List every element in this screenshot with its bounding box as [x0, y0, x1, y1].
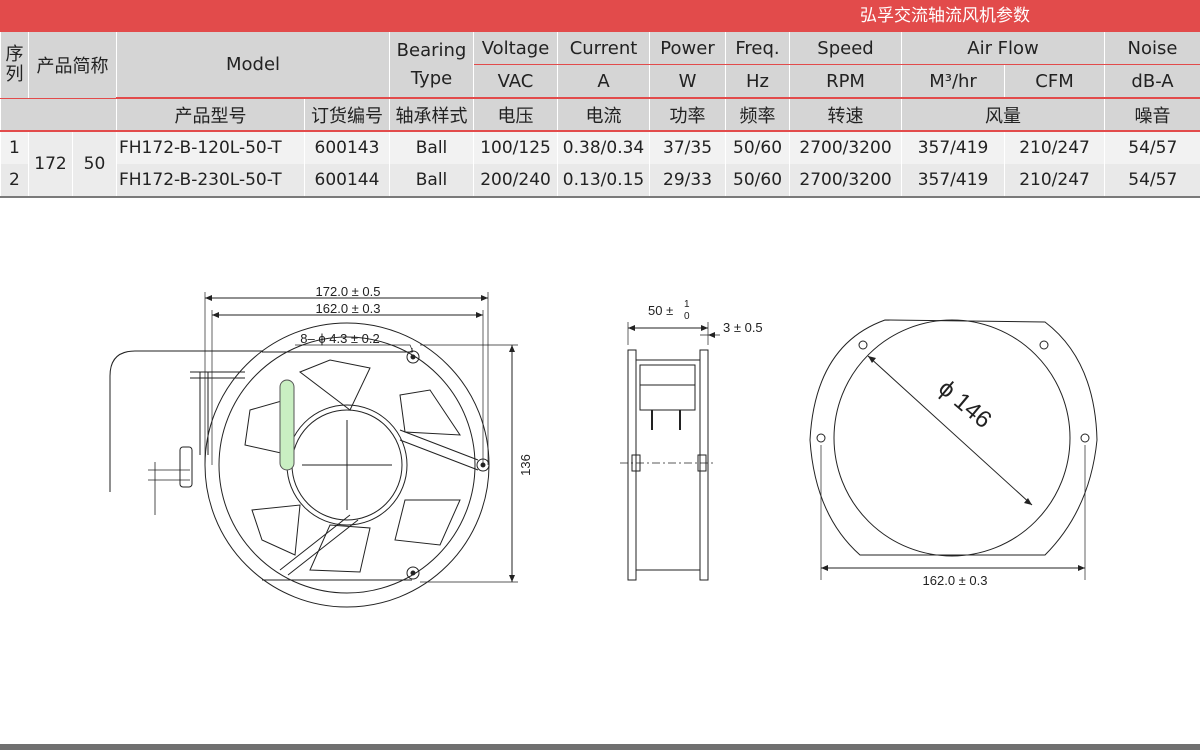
fan-dimension-drawing: 172.0 ± 0.5 162.0 ± 0.3 8– ϕ 4.3 ± 0.2 1…	[109, 284, 1098, 608]
mount-hole	[1039, 340, 1049, 350]
dim-depth: 50 ±	[648, 303, 673, 318]
dim-holes: 8– ϕ 4.3 ± 0.2	[300, 331, 379, 346]
mount-hole	[858, 340, 868, 350]
mount-hole	[1080, 433, 1090, 443]
lead-wire-highlight	[279, 379, 295, 471]
dim-back-spacing: 162.0 ± 0.3	[923, 573, 988, 588]
mount-hole	[816, 433, 826, 443]
dim-height: 136	[518, 454, 533, 476]
dim-depth-tol-lower: 0	[684, 311, 690, 322]
dim-diameter: ϕ 146	[933, 375, 996, 434]
dim-hole-spacing: 162.0 ± 0.3	[316, 301, 381, 316]
dim-flange: 3 ± 0.5	[723, 320, 763, 335]
dim-outer-width: 172.0 ± 0.5	[316, 284, 381, 299]
side-view	[620, 322, 720, 581]
dim-depth-tol-upper: 1	[684, 299, 690, 310]
footer-bar	[0, 744, 1200, 750]
back-view	[809, 319, 1098, 580]
